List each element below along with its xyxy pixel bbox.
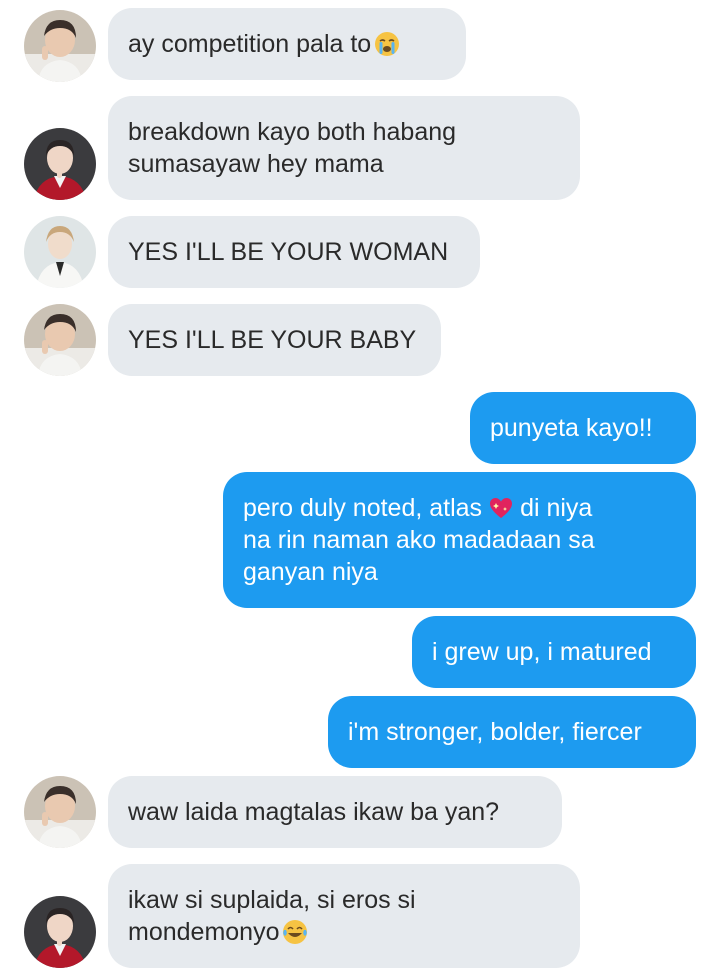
message-bubble-incoming[interactable]: ay competition pala to [108, 8, 466, 80]
message-text-line: mondemonyo [128, 918, 280, 946]
message-bubble-outgoing[interactable]: pero duly noted, atlas di niya na rin nam… [223, 472, 696, 608]
message-bubble-incoming[interactable]: waw laida magtalas ikaw ba yan? [108, 776, 562, 848]
message-bubble-outgoing[interactable]: i'm stronger, bolder, fiercer [328, 696, 696, 768]
message-bubble-incoming[interactable]: breakdown kayo both habang sumasayaw hey… [108, 96, 580, 200]
message-text-line: na rin naman ako madadaan sa [243, 526, 595, 554]
message-bubble-incoming[interactable]: YES I'LL BE YOUR BABY [108, 304, 441, 376]
message-text: i grew up, i matured [432, 638, 652, 666]
message-text: ay competition pala to [128, 30, 372, 58]
message-text-line: ikaw si suplaida, si eros si [128, 886, 416, 914]
message-text-line: ganyan niya [243, 558, 378, 586]
message-bubble-incoming[interactable]: ikaw si suplaida, si eros si mondemonyo [108, 864, 580, 968]
avatar-beige-portrait-image [24, 10, 96, 82]
sparkling-heart-emoji-icon [488, 495, 514, 521]
message-text-line: sumasayaw hey mama [128, 150, 384, 178]
message-text-line: breakdown kayo both habang [128, 118, 457, 146]
avatar-beige-portrait-image [24, 304, 96, 376]
avatar-white-suit-portrait-image [24, 216, 96, 288]
avatar[interactable] [24, 216, 96, 288]
message-text: YES I'LL BE YOUR WOMAN [128, 238, 449, 266]
message-bubble-outgoing[interactable]: i grew up, i matured [412, 616, 696, 688]
message-text: i'm stronger, bolder, fiercer [348, 718, 642, 746]
avatar[interactable] [24, 128, 96, 200]
avatar[interactable] [24, 304, 96, 376]
message-text: punyeta kayo!! [490, 414, 653, 442]
avatar-red-jacket-portrait-image [24, 896, 96, 968]
message-text: YES I'LL BE YOUR BABY [128, 326, 417, 354]
loudly-crying-face-emoji-icon [374, 31, 400, 57]
tears-of-joy-emoji-icon [282, 919, 308, 945]
message-text-line: di niya [520, 494, 593, 522]
avatar[interactable] [24, 776, 96, 848]
avatar[interactable] [24, 10, 96, 82]
message-bubble-outgoing[interactable]: punyeta kayo!! [470, 392, 696, 464]
avatar-red-jacket-portrait-image [24, 128, 96, 200]
message-bubble-incoming[interactable]: YES I'LL BE YOUR WOMAN [108, 216, 480, 288]
message-text-line: pero duly noted, atlas [243, 494, 483, 522]
message-text: waw laida magtalas ikaw ba yan? [128, 798, 500, 826]
avatar-beige-portrait-image [24, 776, 96, 848]
avatar[interactable] [24, 896, 96, 968]
